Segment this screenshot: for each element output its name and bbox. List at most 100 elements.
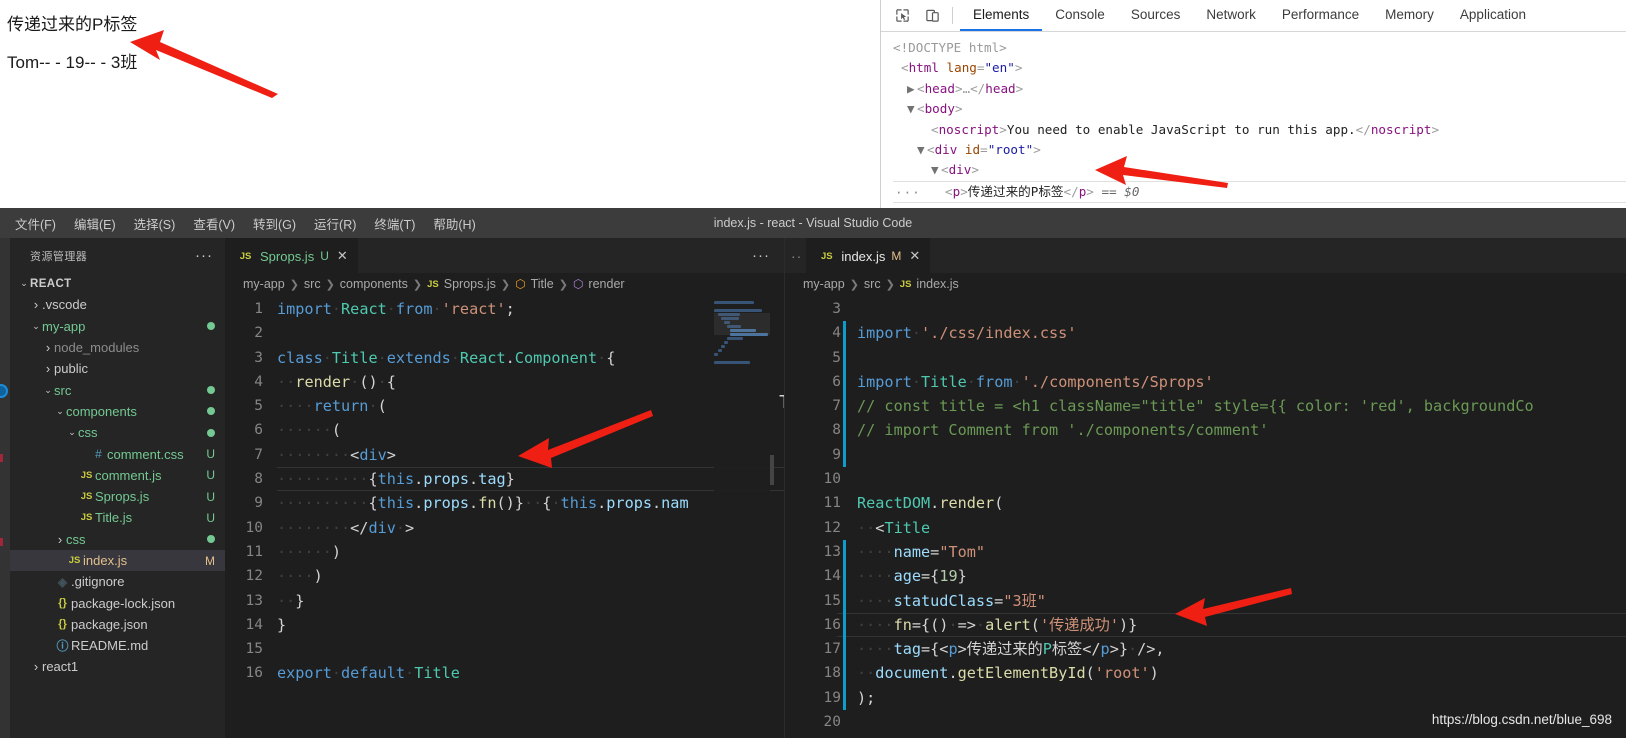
code-line[interactable]: 8 ··········{this.props.tag}	[225, 467, 784, 492]
dom-row-html[interactable]: <html lang="en">	[893, 58, 1626, 78]
tab-index-js[interactable]: JS index.js M ✕	[806, 238, 932, 273]
code-line[interactable]: 5 ····return·(	[225, 394, 784, 418]
dom-row-div-inner[interactable]: ▼ <div>	[893, 160, 1626, 180]
code-line[interactable]: 19);	[785, 686, 1626, 710]
tree-item-package-json[interactable]: {} package.json	[10, 614, 225, 635]
dom-row-head[interactable]: ▶ <head>…</head>	[893, 79, 1626, 99]
breadcrumb-item[interactable]: src	[864, 277, 881, 291]
editor-actions-more-icon[interactable]: ···	[752, 238, 784, 273]
code-line[interactable]: 18 ··document.getElementById('root')	[785, 661, 1626, 685]
code-line[interactable]: 3 class·Title·extends·React.Component·{	[225, 346, 784, 370]
breadcrumb-item[interactable]: components	[340, 277, 408, 291]
tree-item-react1[interactable]: › react1	[10, 656, 225, 677]
breadcrumb-item[interactable]: src	[304, 277, 321, 291]
chevron-right-icon[interactable]: ▶	[907, 79, 917, 99]
code-line[interactable]: 16 ····fn={()·=>·alert('传递成功')}	[785, 612, 1626, 638]
breadcrumb-item[interactable]: Title	[531, 277, 554, 291]
chevron-down-icon[interactable]: ⌄	[42, 385, 54, 396]
code-line[interactable]: 15	[225, 637, 784, 661]
tree-item-comment-css[interactable]: # comment.css U	[10, 443, 225, 464]
device-toolbar-icon[interactable]	[917, 0, 947, 31]
scrollbar-thumb[interactable]	[770, 455, 774, 485]
minimap-left[interactable]	[714, 295, 770, 738]
menu-help[interactable]: 帮助(H)	[424, 211, 484, 236]
code-line[interactable]: 7 // const title = <h1 className="title" …	[785, 394, 1626, 418]
code-line[interactable]: 10	[785, 467, 1626, 491]
tree-item-index-js[interactable]: JS index.js M	[10, 549, 225, 572]
code-line[interactable]: 17 ····tag={<p>传递过来的P标签</p>}·/>,	[785, 637, 1626, 661]
tab-network[interactable]: Network	[1193, 0, 1269, 31]
chevron-down-icon[interactable]: ⌄	[18, 278, 30, 289]
breadcrumb-item[interactable]: my-app	[803, 277, 845, 291]
chevron-down-icon[interactable]: ⌄	[66, 427, 78, 438]
tree-item-my-app[interactable]: ⌄ my-app	[10, 316, 225, 337]
breadcrumb-item[interactable]: Sprops.js	[444, 277, 496, 291]
chevron-right-icon[interactable]: ›	[42, 340, 54, 355]
chevron-right-icon[interactable]: ›	[42, 361, 54, 376]
code-line[interactable]: 10 ········</div·>	[225, 516, 784, 540]
tree-item-readme-md[interactable]: ⓘ README.md	[10, 635, 225, 656]
breadcrumb-item[interactable]: render	[588, 277, 624, 291]
tree-item--gitignore[interactable]: ◈ .gitignore	[10, 571, 225, 592]
code-editor-left[interactable]: 1 import·React·from·'react'; 2 3 class·Title…	[225, 295, 784, 738]
menu-selection[interactable]: 选择(S)	[125, 211, 185, 236]
code-line[interactable]: 11 ReactDOM.render(	[785, 491, 1626, 515]
tab-memory[interactable]: Memory	[1372, 0, 1447, 31]
code-line[interactable]: 13 ····name="Tom"	[785, 540, 1626, 564]
chevron-right-icon[interactable]: ›	[54, 532, 66, 547]
menu-terminal[interactable]: 终端(T)	[365, 211, 424, 236]
code-line[interactable]: 6 ······(	[225, 418, 784, 442]
menu-run[interactable]: 运行(R)	[305, 211, 365, 236]
code-line[interactable]: 12 ··<Title	[785, 516, 1626, 540]
close-icon[interactable]: ✕	[909, 248, 920, 264]
tree-item-package-lock-json[interactable]: {} package-lock.json	[10, 592, 225, 613]
chevron-down-icon[interactable]: ▼	[931, 160, 941, 180]
breadcrumb-item[interactable]: index.js	[916, 277, 958, 291]
code-line[interactable]: 13 ··}	[225, 589, 784, 613]
tree-item-node-modules[interactable]: › node_modules	[10, 337, 225, 358]
tree-item-sprops-js[interactable]: JS Sprops.js U	[10, 486, 225, 507]
tab-application[interactable]: Application	[1447, 0, 1539, 31]
dom-row-doctype[interactable]: <!DOCTYPE html>	[893, 38, 1626, 58]
inspect-element-icon[interactable]	[887, 0, 917, 31]
chevron-down-icon[interactable]: ▼	[907, 99, 917, 119]
code-line[interactable]: 5	[785, 346, 1626, 370]
dom-row-noscript[interactable]: <noscript>You need to enable JavaScript …	[893, 120, 1626, 140]
dom-overflow-dots[interactable]: ···	[895, 183, 921, 203]
tab-console[interactable]: Console	[1042, 0, 1118, 31]
chevron-right-icon[interactable]: ›	[30, 659, 42, 674]
code-line[interactable]: 3	[785, 297, 1626, 321]
code-line[interactable]: 9 ··········{this.props.fn()}··{·this.pro…	[225, 491, 784, 515]
close-icon[interactable]: ✕	[337, 248, 348, 264]
tab-sprops-js[interactable]: JS Sprops.js U ✕	[225, 238, 359, 273]
tab-performance[interactable]: Performance	[1269, 0, 1372, 31]
tree-item-components[interactable]: ⌄ components	[10, 401, 225, 422]
tree-item--vscode[interactable]: › .vscode	[10, 294, 225, 315]
tab-sources[interactable]: Sources	[1118, 0, 1194, 31]
tree-item-public[interactable]: › public	[10, 358, 225, 379]
code-line[interactable]: 14}	[225, 613, 784, 637]
code-line[interactable]: 11 ······)	[225, 540, 784, 564]
explorer-more-actions-icon[interactable]: ···	[195, 248, 213, 263]
chevron-down-icon[interactable]: ▼	[917, 140, 927, 160]
code-line[interactable]: 2	[225, 321, 784, 345]
menu-file[interactable]: 文件(F)	[6, 211, 65, 236]
tree-item-react[interactable]: ⌄ REACT	[10, 273, 225, 294]
code-line[interactable]: 9	[785, 443, 1626, 467]
code-line[interactable]: 12 ····)	[225, 564, 784, 588]
scrollbar-vertical-left[interactable]	[770, 295, 784, 738]
tree-item-comment-js[interactable]: JS comment.js U	[10, 465, 225, 486]
code-line[interactable]: 14 ····age={19}	[785, 564, 1626, 588]
code-line[interactable]: 15 ····statudClass="3班"	[785, 589, 1626, 613]
code-line[interactable]: 4 ··render·()·{	[225, 370, 784, 394]
chevron-right-icon[interactable]: ›	[30, 297, 42, 312]
tree-item-css[interactable]: ⌄ css	[10, 422, 225, 443]
tab-elements[interactable]: Elements	[960, 0, 1043, 31]
code-editor-right[interactable]: 3 4 import·'./css/index.css' 5 6 import·Title…	[785, 295, 1626, 738]
menu-go[interactable]: 转到(G)	[244, 211, 305, 236]
code-line[interactable]: 6 import·Title·from·'./components/Sprops'	[785, 370, 1626, 394]
menu-edit[interactable]: 编辑(E)	[65, 211, 125, 236]
chevron-down-icon[interactable]: ⌄	[54, 406, 66, 417]
breadcrumb-item[interactable]: my-app	[243, 277, 285, 291]
tree-item-title-js[interactable]: JS Title.js U	[10, 507, 225, 528]
